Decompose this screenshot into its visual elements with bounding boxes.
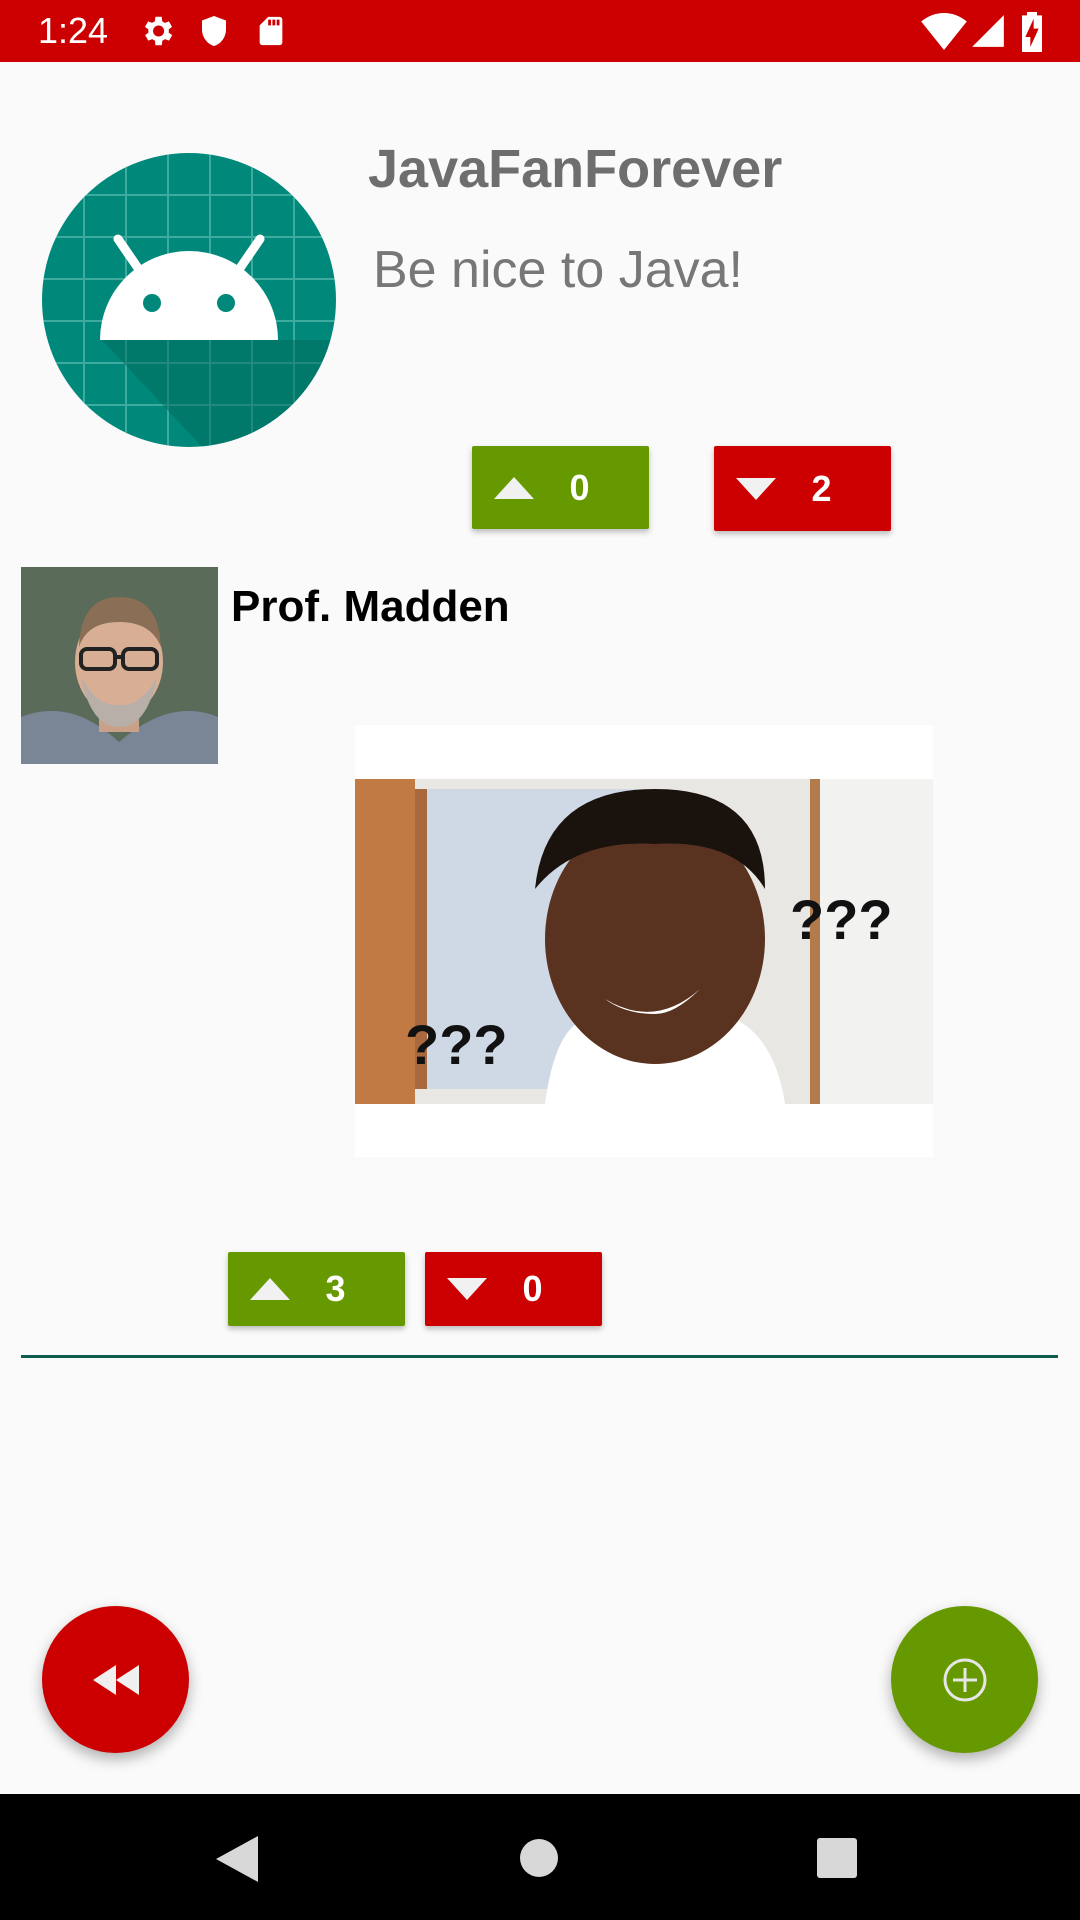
- back-fab[interactable]: [42, 1606, 189, 1753]
- post-downvote-button[interactable]: 0: [425, 1252, 602, 1326]
- downvote-count: 0: [522, 1268, 543, 1309]
- app-avatar: [42, 153, 336, 447]
- post-image[interactable]: ??? ???: [355, 779, 933, 1104]
- battery-charging-icon: [1022, 12, 1042, 52]
- gear-icon: [144, 16, 173, 46]
- rewind-icon: [92, 1664, 139, 1695]
- author-photo: [21, 567, 218, 764]
- android-robot-icon: [42, 153, 336, 447]
- navigation-bar: [0, 1794, 1080, 1920]
- header-downvote-button[interactable]: 2: [714, 446, 891, 531]
- post-divider: [21, 1355, 1058, 1358]
- profile-subtitle: Be nice to Java!: [373, 241, 743, 299]
- post-upvote-button[interactable]: 3: [228, 1252, 405, 1326]
- signal-icon: [972, 15, 1004, 47]
- recents-square-icon[interactable]: [817, 1838, 857, 1878]
- header-upvote-button[interactable]: 0: [472, 446, 649, 529]
- post-author-avatar[interactable]: [21, 567, 218, 764]
- shield-icon: [202, 16, 226, 46]
- sd-card-icon: [259, 16, 283, 46]
- wifi-icon: [921, 12, 967, 50]
- meme-image: ??? ???: [355, 779, 933, 1104]
- back-triangle-icon[interactable]: [216, 1836, 258, 1882]
- add-post-fab[interactable]: [891, 1606, 1038, 1753]
- upvote-count: 0: [569, 466, 590, 508]
- profile-title: JavaFanForever: [368, 139, 783, 199]
- status-time: 1:24: [38, 10, 109, 51]
- downvote-count: 2: [811, 467, 832, 509]
- add-circle-icon: [943, 1658, 986, 1701]
- home-circle-icon[interactable]: [519, 1838, 559, 1878]
- upvote-count: 3: [325, 1268, 346, 1309]
- status-bar: 1:24: [0, 0, 1080, 62]
- post-author-name: Prof. Madden: [231, 582, 510, 631]
- overlay-text-left: ???: [405, 1013, 508, 1076]
- overlay-text-right: ???: [790, 888, 893, 951]
